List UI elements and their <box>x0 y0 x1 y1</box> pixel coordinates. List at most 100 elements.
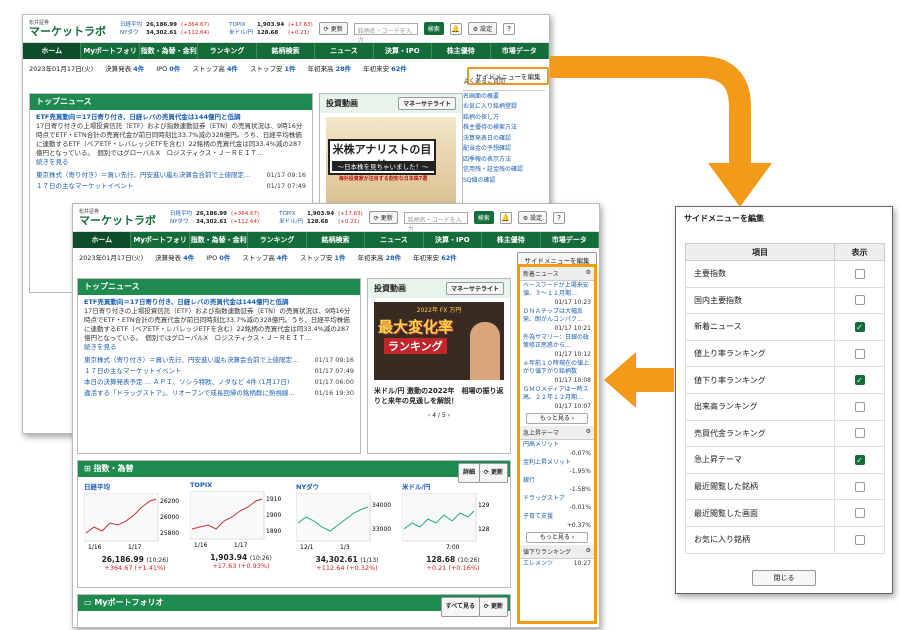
stat-item[interactable]: 決算発表 4件 <box>105 63 144 73</box>
search-button[interactable]: 検索 <box>473 211 494 224</box>
display-checkbox[interactable]: ✓ <box>854 321 865 332</box>
nav-search[interactable]: 銘柄検索 <box>307 232 366 248</box>
index-name[interactable]: 日経平均 <box>120 21 142 29</box>
site-logo[interactable]: 松井証券 マーケットラボ <box>79 209 156 226</box>
stat-item[interactable]: ストップ安 1件 <box>250 63 296 73</box>
mini-chart-topix[interactable]: TOPIX 1910 1900 1890 1/16 1/17 1,903.94 (10:… <box>189 481 292 572</box>
stat-item[interactable]: IPO 0件 <box>206 252 230 262</box>
nav-portfolio[interactable]: Myポートフォリオ <box>131 232 190 260</box>
nav-portfolio[interactable]: Myポートフォリオ <box>81 43 140 71</box>
index-name[interactable]: 米ドル/円 <box>279 218 303 226</box>
faq-item[interactable]: 株主優待の検索方法 <box>463 123 545 134</box>
video-caption[interactable]: 米ドル/円 激動の2022年 相場の振り返りと来年の見通しを解説！ <box>368 384 510 408</box>
stat-item[interactable]: ストップ高 4件 <box>242 252 288 262</box>
display-checkbox[interactable] <box>854 481 865 492</box>
nav-home[interactable]: ホーム <box>73 232 132 248</box>
money-satellite-button[interactable]: マネーサテライト <box>398 97 456 110</box>
stat-item[interactable]: 年初来安 62件 <box>363 63 407 73</box>
faq-item[interactable]: SQ値の確認 <box>463 176 545 187</box>
display-checkbox[interactable] <box>854 348 865 359</box>
stat-item[interactable]: IPO 0件 <box>156 63 180 73</box>
view-all-button[interactable]: すべて見る <box>440 597 480 617</box>
gear-icon[interactable]: ⚙ <box>586 269 591 278</box>
bell-icon[interactable]: 🔔 <box>499 211 512 224</box>
mini-chart-nydow[interactable]: NYダウ 34000 33000 12/1 1/3 34,302.61 (1/13) … <box>295 481 398 572</box>
index-name[interactable]: TOPIX <box>279 210 303 218</box>
stat-item[interactable]: ストップ高 4件 <box>192 63 238 73</box>
stat-item[interactable]: 決算発表 4件 <box>155 252 194 262</box>
sidebar-news-item[interactable]: ベースフードが上場来安値、３～１１月期… <box>520 281 594 299</box>
video-pager[interactable]: ‹ 4 / 5 › <box>368 412 510 419</box>
index-name[interactable]: TOPIX <box>229 21 253 29</box>
display-checkbox[interactable] <box>854 268 865 279</box>
news-row[interactable]: １７日の主なマーケットイベント 01/17 07:49 <box>30 181 312 192</box>
more-theme-button[interactable]: もっと見る › <box>526 532 588 543</box>
nav-market[interactable]: 市場データ <box>491 43 549 59</box>
stat-item[interactable]: ストップ安 1件 <box>300 252 346 262</box>
more-news-button[interactable]: もっと見る › <box>526 413 588 424</box>
faq-item[interactable]: 銘柄の探し方 <box>463 113 545 124</box>
nav-earnings[interactable]: 決算・IPO <box>424 232 483 248</box>
news-row[interactable]: １７日の主なマーケットイベント 01/17 07:49 <box>78 366 360 377</box>
faq-item[interactable]: 決算発表日の確認 <box>463 134 545 145</box>
theme-item[interactable]: 子育て支援 <box>520 512 594 522</box>
news-row[interactable]: 東京株式（寄り付き）＝買い先行、円安進い嵐も決算会合前で上値限定… 01/17 0… <box>30 170 312 181</box>
index-name[interactable]: 米ドル/円 <box>229 29 253 37</box>
refresh-button[interactable]: ⟳ 更新 <box>478 597 508 617</box>
index-name[interactable]: 日経平均 <box>170 210 192 218</box>
nav-home[interactable]: ホーム <box>23 43 82 59</box>
display-checkbox[interactable] <box>854 295 865 306</box>
nav-index[interactable]: 指数・為替・金利 <box>140 43 199 59</box>
theme-item[interactable]: 銀行 <box>520 476 594 486</box>
news-row[interactable]: 本日の決算発表予定 … ＡＰＩ、ソシラ特欧、ノダなど 4件 (1月17日) 01/… <box>78 377 360 388</box>
nav-news[interactable]: ニュース <box>315 43 374 59</box>
faq-item[interactable]: 信用残・証金残の確認 <box>463 165 545 176</box>
index-name[interactable]: NYダウ <box>120 29 142 37</box>
faq-item[interactable]: お気に入り銘柄登録 <box>463 102 545 113</box>
display-checkbox[interactable] <box>854 428 865 439</box>
faq-item[interactable]: 配当金の予想確認 <box>463 144 545 155</box>
nav-yutai[interactable]: 株主優待 <box>432 43 491 59</box>
settings-button[interactable]: ⚙ 設定 <box>467 22 498 35</box>
settings-button[interactable]: ⚙ 設定 <box>517 211 548 224</box>
nav-index[interactable]: 指数・為替・金利 <box>190 232 249 248</box>
bell-icon[interactable]: 🔔 <box>449 22 462 35</box>
theme-item[interactable]: 円高メリット <box>520 440 594 450</box>
stat-item[interactable]: 年初来安 62件 <box>413 252 457 262</box>
nav-earnings[interactable]: 決算・IPO <box>374 43 433 59</box>
video-thumbnail[interactable]: 米株アナリストの目線 ～日本株を見ちゃいました！～ 海外投資家が注目する割安な日… <box>326 117 456 207</box>
sidebar-news-item[interactable]: ＧＭＯメディアは一時ス高、２２年１２月期… <box>520 385 594 403</box>
nav-market[interactable]: 市場データ <box>541 232 599 248</box>
display-checkbox[interactable]: ✓ <box>854 375 865 386</box>
news-lead-title[interactable]: ETF売買動向＝17日寄り付き、日経レバの売買代金は144億円と低調 <box>36 113 306 122</box>
nav-search[interactable]: 銘柄検索 <box>257 43 316 59</box>
stat-item[interactable]: 年初来高 28件 <box>358 252 402 262</box>
theme-item[interactable]: ドラッグストア <box>520 494 594 504</box>
sidebar-news-item[interactable]: 外為サマリー：日銀の政策修正思惑から… <box>520 333 594 351</box>
news-row[interactable]: 東京株式（寄り付き）＝買い先行、円安進い嵐も決算会合前で上値限定… 01/17 0… <box>78 355 360 366</box>
news-lead-title[interactable]: ETF売買動向＝17日寄り付き、日経レバの売買代金は144億円と低調 <box>84 298 354 307</box>
display-checkbox[interactable] <box>854 508 865 519</box>
ranking-item[interactable]: エレメンツ 10:27 <box>520 559 594 569</box>
nav-ranking[interactable]: ランキング <box>198 43 257 59</box>
display-checkbox[interactable]: ✓ <box>854 454 865 465</box>
help-icon[interactable]: ? <box>503 22 516 35</box>
news-more-link[interactable]: 続きを見る <box>84 343 354 352</box>
gear-icon[interactable]: ⚙ <box>586 428 591 437</box>
nav-ranking[interactable]: ランキング <box>248 232 307 248</box>
gear-icon[interactable]: ⚙ <box>586 547 591 556</box>
display-checkbox[interactable] <box>854 534 865 545</box>
faq-item[interactable]: 四季報の表示方法 <box>463 155 545 166</box>
refresh-button[interactable]: ⟳ 更新 <box>368 211 398 224</box>
search-button[interactable]: 検索 <box>423 22 444 35</box>
search-input[interactable]: 銘柄名・コードを入力 <box>353 22 418 44</box>
stat-item[interactable]: 年初来高 28件 <box>308 63 352 73</box>
close-button[interactable]: 閉じる <box>752 570 816 586</box>
nav-news[interactable]: ニュース <box>365 232 424 248</box>
site-logo[interactable]: 松井証券 マーケットラボ <box>29 20 106 37</box>
video-thumbnail[interactable]: 2022年 FX 万円 最大変化率 ランキング <box>374 302 504 380</box>
sidebar-news-item[interactable]: ＤＮＡチップは大幅反発、朗がんコンパク… <box>520 307 594 325</box>
help-icon[interactable]: ? <box>553 211 566 224</box>
refresh-button[interactable]: ⟳ 更新 <box>478 463 508 483</box>
theme-item[interactable]: 金利上昇メリット <box>520 458 594 468</box>
